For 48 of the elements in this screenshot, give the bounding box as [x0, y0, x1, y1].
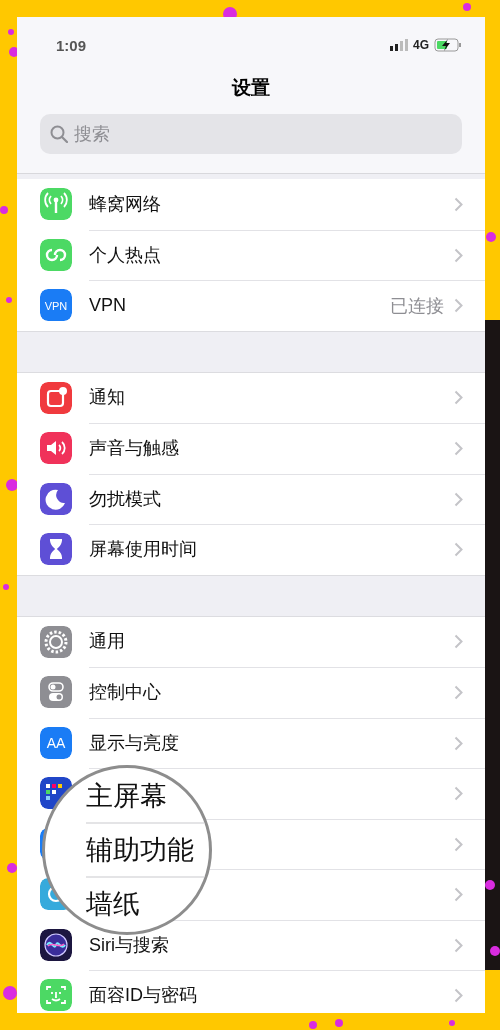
text-size-icon: AA	[40, 726, 72, 759]
chevron-icon	[454, 298, 463, 314]
chevron-icon	[454, 988, 463, 1004]
chevron-icon	[454, 390, 463, 406]
vpn-icon: VPN	[40, 289, 72, 322]
settings-item[interactable]: VPN	[89, 295, 126, 317]
search-field[interactable]: 搜索	[40, 114, 462, 154]
settings-item[interactable]: 控制中心	[89, 682, 161, 704]
settings-item[interactable]: 声音与触感	[89, 438, 179, 460]
settings-item[interactable]: 通用	[89, 631, 125, 653]
status-value: 已连接	[390, 294, 444, 318]
chevron-icon	[454, 887, 463, 903]
signal-icon	[390, 39, 408, 51]
network-label: 4G	[413, 38, 429, 52]
settings-item[interactable]: 勿扰模式	[89, 488, 161, 510]
toggle-icon	[40, 676, 72, 709]
settings-item[interactable]: 蜂窝网络	[89, 193, 161, 215]
siri-orb-icon	[40, 928, 72, 961]
antenna-icon	[40, 188, 72, 221]
chevron-icon	[454, 937, 463, 953]
chevron-icon	[454, 685, 463, 701]
chevron-icon	[454, 441, 463, 457]
notification-icon	[40, 381, 72, 414]
search-icon	[50, 125, 68, 143]
settings-item[interactable]: 屏幕使用时间	[89, 539, 197, 561]
magnified-text: 墙纸	[86, 888, 140, 920]
chevron-icon	[454, 491, 463, 507]
magnified-text: 主屏幕	[86, 780, 167, 812]
settings-item[interactable]: 显示与亮度	[89, 732, 179, 754]
page-title: 设置	[230, 76, 271, 100]
status-time: 1:09	[56, 36, 87, 54]
settings-item[interactable]: 通知	[89, 387, 125, 409]
settings-item[interactable]: 面容ID与密码	[89, 985, 197, 1007]
chevron-icon	[454, 247, 463, 263]
settings-item[interactable]: Siri与搜索	[89, 934, 169, 956]
settings-item[interactable]: 个人热点	[89, 244, 161, 266]
chevron-icon	[454, 634, 463, 650]
chevron-icon	[454, 836, 463, 852]
moon-icon	[40, 482, 72, 515]
magnified-text: 辅助功能	[86, 834, 194, 866]
chevron-icon	[454, 786, 463, 802]
chevron-icon	[454, 542, 463, 558]
chevron-icon	[454, 735, 463, 751]
hourglass-icon	[40, 533, 72, 566]
chevron-icon	[454, 196, 463, 212]
speaker-icon	[40, 432, 72, 465]
chain-link-icon	[40, 238, 72, 271]
gear-icon	[40, 625, 72, 658]
